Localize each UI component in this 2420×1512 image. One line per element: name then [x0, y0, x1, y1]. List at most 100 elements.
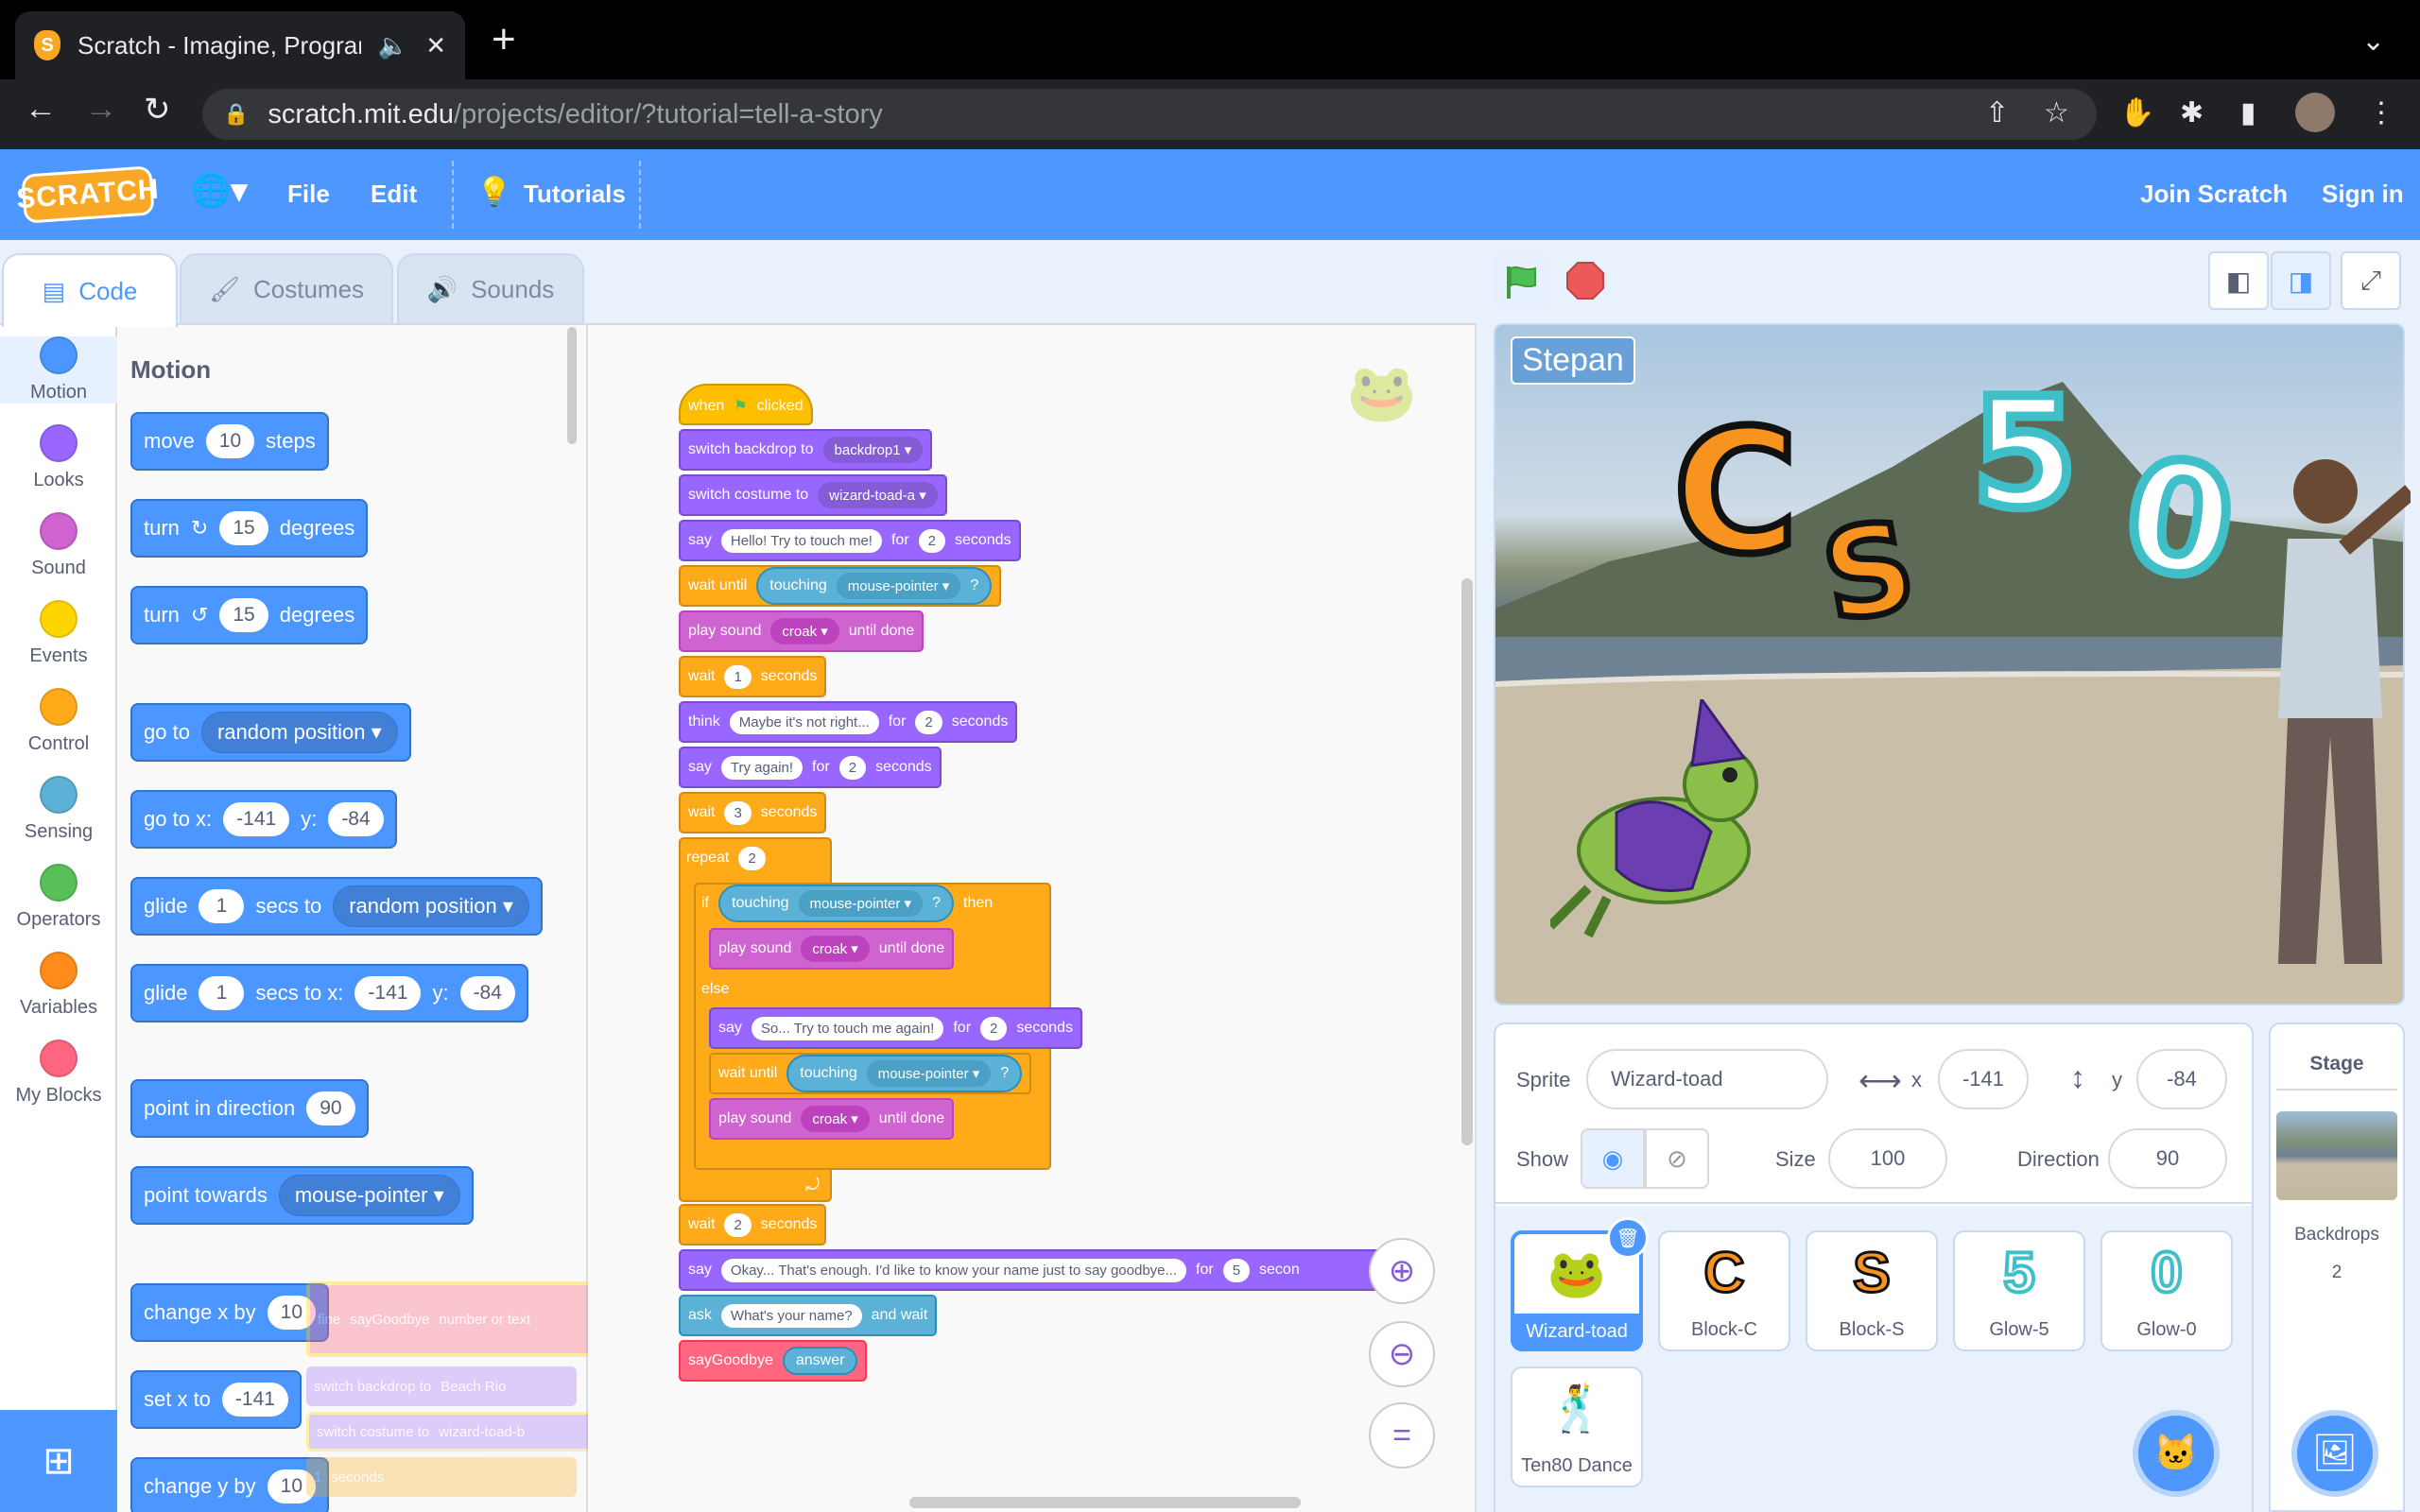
show-visible-button[interactable]: ◉: [1581, 1128, 1645, 1189]
extensions-puzzle-icon[interactable]: ✱: [2180, 96, 2204, 129]
category-control[interactable]: Control: [0, 688, 117, 755]
browser-tab[interactable]: S Scratch - Imagine, Program 🔈 ✕: [15, 11, 465, 79]
side-panel-icon[interactable]: ▮: [2240, 96, 2256, 129]
move-steps-input[interactable]: 10: [205, 424, 255, 458]
zoom-in-button[interactable]: ⊕: [1369, 1238, 1435, 1304]
fullscreen-button[interactable]: ⤢: [2341, 251, 2401, 310]
point-direction-block[interactable]: point in direction 90: [130, 1079, 369, 1138]
say-for-block[interactable]: say Try again! for 2 seconds: [679, 747, 942, 788]
choose-backdrop-button[interactable]: 🖼: [2291, 1410, 2378, 1497]
sprite-tile-glow-0[interactable]: 0 Glow-0: [2100, 1230, 2233, 1351]
category-sound[interactable]: Sound: [0, 512, 117, 579]
share-icon[interactable]: ⇧: [1985, 96, 2009, 129]
turn-right-block[interactable]: turn ↻ 15 degrees: [130, 499, 369, 558]
wait-secs-block[interactable]: wait 2 seconds: [679, 1204, 827, 1246]
category-operators[interactable]: Operators: [0, 864, 117, 931]
wait-until-block[interactable]: wait until touching mouse-pointer ▾?: [709, 1053, 1032, 1094]
category-motion[interactable]: Motion: [0, 336, 117, 404]
tab-search-chevron-icon[interactable]: ⌄: [2361, 25, 2385, 58]
touching-dropdown[interactable]: mouse-pointer ▾: [836, 573, 961, 599]
set-x-input[interactable]: -141: [221, 1383, 288, 1417]
wait-input[interactable]: 3: [724, 800, 752, 825]
glide-xy-secs-input[interactable]: 1: [199, 976, 245, 1010]
answer-reporter[interactable]: answer: [782, 1347, 858, 1375]
glide-to-xy-block[interactable]: glide 1 secs to x: -141 y: -84: [130, 964, 528, 1022]
sprite-tile-block-c[interactable]: C Block-C: [1658, 1230, 1790, 1351]
tutorials-menu[interactable]: Tutorials: [524, 180, 626, 209]
say-text-input[interactable]: Okay... That's enough. I'd like to know …: [720, 1258, 1187, 1282]
wizard-toad-sprite[interactable]: [1547, 696, 1796, 950]
glide-dropdown[interactable]: random position ▾: [333, 885, 529, 927]
extension-hand-icon[interactable]: ✋: [2119, 96, 2154, 129]
wait-secs-block[interactable]: wait 3 seconds: [679, 792, 827, 833]
tab-costumes[interactable]: 🖌 Costumes: [180, 253, 393, 323]
play-sound-block[interactable]: play sound croak ▾ until done: [679, 610, 925, 652]
sprite-name-input[interactable]: Wizard-toad: [1586, 1049, 1828, 1109]
set-x-block[interactable]: set x to -141: [130, 1370, 302, 1429]
profile-avatar[interactable]: [2295, 93, 2335, 132]
think-secs-input[interactable]: 2: [915, 710, 942, 734]
category-my-blocks[interactable]: My Blocks: [0, 1040, 117, 1107]
costume-dropdown[interactable]: wizard-toad-a ▾: [818, 482, 938, 508]
repeat-input[interactable]: 2: [738, 846, 766, 870]
add-extension-button[interactable]: ⊞: [0, 1410, 117, 1512]
block-c-sprite[interactable]: C: [1669, 404, 1802, 582]
sound-dropdown[interactable]: croak ▾: [770, 618, 839, 644]
join-scratch-link[interactable]: Join Scratch: [2140, 180, 2288, 209]
wait-secs-block[interactable]: wait 1 seconds: [679, 656, 827, 697]
show-hidden-button[interactable]: ⊘: [1645, 1128, 1709, 1189]
go-to-block[interactable]: go to random position ▾: [130, 703, 411, 762]
y-position-input[interactable]: -84: [2136, 1049, 2227, 1109]
turn-left-block[interactable]: turn ↺ 15 degrees: [130, 586, 369, 644]
file-menu[interactable]: File: [287, 180, 330, 209]
normal-stage-button[interactable]: ◨: [2271, 251, 2331, 310]
wait-input[interactable]: 1: [724, 664, 752, 689]
point-towards-dropdown[interactable]: mouse-pointer ▾: [278, 1175, 460, 1216]
play-sound-block[interactable]: play sound croak ▾ until done: [709, 928, 955, 970]
touching-dropdown[interactable]: mouse-pointer ▾: [866, 1060, 992, 1087]
touching-condition[interactable]: touching mouse-pointer ▾?: [718, 885, 954, 922]
ask-text-input[interactable]: What's your name?: [720, 1303, 862, 1328]
go-to-dropdown[interactable]: random position ▾: [200, 712, 398, 753]
choose-sprite-button[interactable]: 🐱: [2133, 1410, 2220, 1497]
think-text-input[interactable]: Maybe it's not right...: [729, 710, 879, 734]
category-variables[interactable]: Variables: [0, 952, 117, 1019]
backdrop-thumbnail[interactable]: [2276, 1111, 2397, 1200]
stop-button[interactable]: [1565, 261, 1605, 301]
glide-y-input[interactable]: -84: [459, 976, 515, 1010]
say-for-block[interactable]: say Hello! Try to touch me! for 2 seconds: [679, 520, 1021, 561]
language-globe-icon[interactable]: 🌐▾: [191, 172, 247, 210]
say-goodbye-custom-block[interactable]: sayGoodbye answer: [679, 1340, 868, 1382]
glow-5-sprite[interactable]: 5: [1967, 373, 2082, 534]
sprite-tile-ten80-dance[interactable]: 🕺 Ten80 Dance: [1511, 1366, 1643, 1487]
switch-costume-block[interactable]: switch costume to wizard-toad-a ▾: [679, 474, 947, 516]
touching-condition[interactable]: touching mouse-pointer ▾?: [756, 567, 993, 605]
new-tab-icon[interactable]: +: [492, 19, 516, 60]
backdrop-dropdown[interactable]: backdrop1 ▾: [822, 437, 924, 463]
wait-input[interactable]: 2: [724, 1212, 752, 1237]
change-y-block[interactable]: change y by 10: [130, 1457, 329, 1512]
say-secs-input[interactable]: 2: [980, 1016, 1008, 1040]
kebab-menu-icon[interactable]: ⋮: [2367, 96, 2395, 129]
say-secs-input[interactable]: 5: [1222, 1258, 1251, 1282]
say-secs-input[interactable]: 2: [838, 755, 867, 780]
category-events[interactable]: Events: [0, 600, 117, 667]
say-text-input[interactable]: So... Try to touch me again!: [751, 1016, 944, 1040]
zoom-reset-button[interactable]: =: [1369, 1402, 1435, 1469]
forward-arrow-icon[interactable]: →: [85, 91, 117, 128]
category-sensing[interactable]: Sensing: [0, 776, 117, 843]
play-sound-block[interactable]: play sound croak ▾ until done: [709, 1098, 955, 1140]
move-steps-block[interactable]: move 10 steps: [130, 412, 329, 471]
say-for-block[interactable]: say Okay... That's enough. I'd like to kn…: [679, 1249, 1390, 1291]
say-text-input[interactable]: Try again!: [720, 755, 804, 780]
turn-right-input[interactable]: 15: [219, 511, 268, 545]
touching-dropdown[interactable]: mouse-pointer ▾: [798, 890, 924, 917]
say-for-block[interactable]: say So... Try to touch me again! for 2 secon…: [709, 1007, 1082, 1049]
glow-0-sprite[interactable]: 0: [2111, 420, 2249, 619]
go-to-y-input[interactable]: -84: [328, 802, 384, 836]
glide-secs-input[interactable]: 1: [199, 889, 245, 923]
bookmark-star-icon[interactable]: ☆: [2044, 96, 2069, 129]
sprite-tile-glow-5[interactable]: 5 Glow-5: [1953, 1230, 2085, 1351]
glide-to-block[interactable]: glide 1 secs to random position ▾: [130, 877, 543, 936]
go-to-x-input[interactable]: -141: [223, 802, 290, 836]
